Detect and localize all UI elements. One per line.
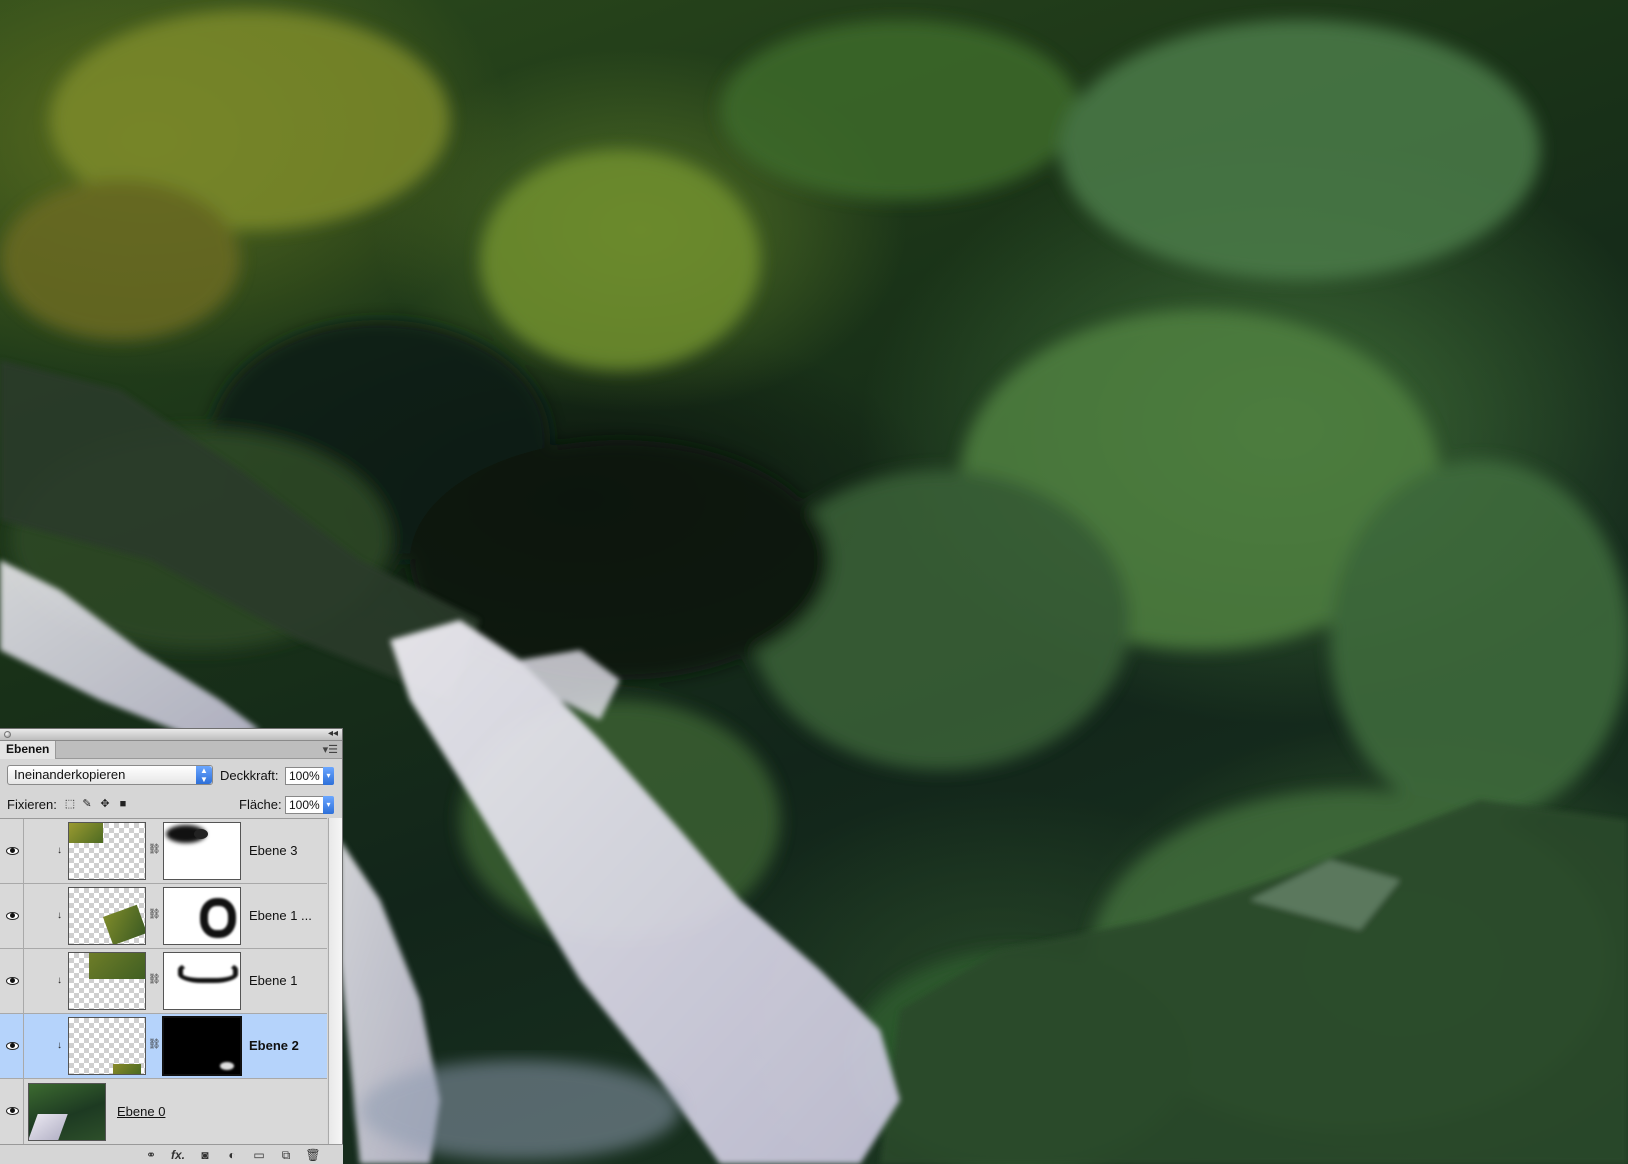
- opacity-field[interactable]: 100%: [285, 767, 325, 785]
- collapse-icon[interactable]: ◂◂: [328, 728, 338, 739]
- mask-link-icon[interactable]: ⛓: [148, 1039, 161, 1050]
- visibility-toggle[interactable]: [0, 1079, 24, 1144]
- layer-row-ebene-0[interactable]: Ebene 0: [0, 1079, 327, 1145]
- mask-link-icon[interactable]: ⛓: [148, 844, 161, 855]
- new-layer-icon[interactable]: ⧉: [277, 1148, 295, 1163]
- eye-icon[interactable]: [6, 977, 19, 985]
- layer-row-ebene-3[interactable]: ↓ ⛓ Ebene 3: [0, 819, 327, 884]
- layer-name[interactable]: Ebene 3: [249, 843, 297, 858]
- eye-icon[interactable]: [6, 1107, 19, 1115]
- blend-row: Ineinanderkopieren ▲ ▼ Deckkraft: 100% ▾: [0, 761, 343, 791]
- layer-row-ebene-1[interactable]: ↓ ⛓ Ebene 1: [0, 949, 327, 1014]
- layer-mask-thumbnail[interactable]: [163, 822, 241, 880]
- mask-link-icon[interactable]: ⛓: [148, 909, 161, 920]
- lock-all-icon[interactable]: ■: [116, 797, 130, 811]
- image-pixels-lock-icon[interactable]: ✎: [80, 797, 94, 811]
- eye-icon[interactable]: [6, 1042, 19, 1050]
- clipping-arrow-icon: ↓: [57, 1040, 62, 1051]
- blend-mode-value: Ineinanderkopieren: [14, 767, 126, 782]
- close-icon[interactable]: [4, 731, 11, 738]
- layer-list-scrollbar[interactable]: [328, 818, 342, 1144]
- layer-row-ebene-2[interactable]: ↓ ⛓ Ebene 2: [0, 1014, 327, 1079]
- clipping-arrow-icon: ↓: [57, 975, 62, 986]
- layers-panel: ◂◂ Ebenen ▾☰ Ineinanderkopieren ▲ ▼ Deckk…: [0, 728, 343, 1164]
- layer-row-ebene-1-copy[interactable]: ↓ ⛓ Ebene 1 ...: [0, 884, 327, 949]
- fill-field[interactable]: 100%: [285, 796, 325, 814]
- tab-ebenen[interactable]: Ebenen: [0, 741, 57, 759]
- visibility-toggle[interactable]: [0, 884, 24, 948]
- layer-mask-icon[interactable]: ◙: [196, 1148, 214, 1162]
- link-layers-icon[interactable]: ⚭: [142, 1148, 160, 1162]
- layer-list: ↓ ⛓ Ebene 3 ↓ ⛓ Ebene 1 ... ↓ ⛓ Ebene 1 …: [0, 818, 327, 1145]
- panel-titlebar[interactable]: ◂◂: [0, 728, 342, 741]
- visibility-toggle[interactable]: [0, 819, 24, 883]
- trash-icon[interactable]: 🗑: [304, 1148, 322, 1162]
- panel-menu-icon[interactable]: ▾☰: [323, 743, 338, 756]
- blend-mode-select[interactable]: Ineinanderkopieren ▲ ▼: [7, 765, 213, 785]
- fx-icon[interactable]: fx.: [169, 1148, 187, 1162]
- lock-label: Fixieren:: [7, 797, 57, 812]
- fill-dropdown-arrow-icon[interactable]: ▾: [323, 796, 334, 814]
- layer-name[interactable]: Ebene 1 ...: [249, 908, 312, 923]
- select-arrows-icon: ▲ ▼: [196, 766, 212, 784]
- visibility-toggle[interactable]: [0, 1014, 24, 1078]
- layer-thumbnail[interactable]: [68, 887, 146, 945]
- lock-row: Fixieren: ⬚ ✎ ✥ ■ Fläche: 100% ▾: [0, 791, 343, 817]
- opacity-dropdown-arrow-icon[interactable]: ▾: [323, 767, 334, 785]
- opacity-label: Deckkraft:: [220, 768, 279, 783]
- clipping-arrow-icon: ↓: [57, 845, 62, 856]
- layer-thumbnail[interactable]: [28, 1083, 106, 1141]
- clipping-arrow-icon: ↓: [57, 910, 62, 921]
- layer-mask-thumbnail[interactable]: [162, 1016, 242, 1076]
- transparent-pixels-lock-icon[interactable]: ⬚: [63, 797, 77, 811]
- layer-name[interactable]: Ebene 1: [249, 973, 297, 988]
- layer-mask-thumbnail[interactable]: [163, 887, 241, 945]
- eye-icon[interactable]: [6, 847, 19, 855]
- mask-link-icon[interactable]: ⛓: [148, 974, 161, 985]
- position-lock-icon[interactable]: ✥: [98, 797, 112, 811]
- visibility-toggle[interactable]: [0, 949, 24, 1013]
- group-folder-icon[interactable]: ▭: [250, 1148, 268, 1162]
- panel-bottom-toolbar: ⚭ fx. ◙ ◐ ▭ ⧉ 🗑: [0, 1144, 343, 1164]
- eye-icon[interactable]: [6, 912, 19, 920]
- layer-thumbnail[interactable]: [68, 952, 146, 1010]
- layer-name[interactable]: Ebene 2: [249, 1038, 299, 1053]
- adjustment-layer-icon[interactable]: ◐: [223, 1148, 241, 1162]
- layer-thumbnail[interactable]: [68, 822, 146, 880]
- layer-mask-thumbnail[interactable]: [163, 952, 241, 1010]
- panel-tabbar: Ebenen ▾☰: [0, 741, 342, 759]
- layer-name[interactable]: Ebene 0: [117, 1104, 165, 1119]
- fill-label: Fläche:: [239, 797, 282, 812]
- layer-thumbnail[interactable]: [68, 1017, 146, 1075]
